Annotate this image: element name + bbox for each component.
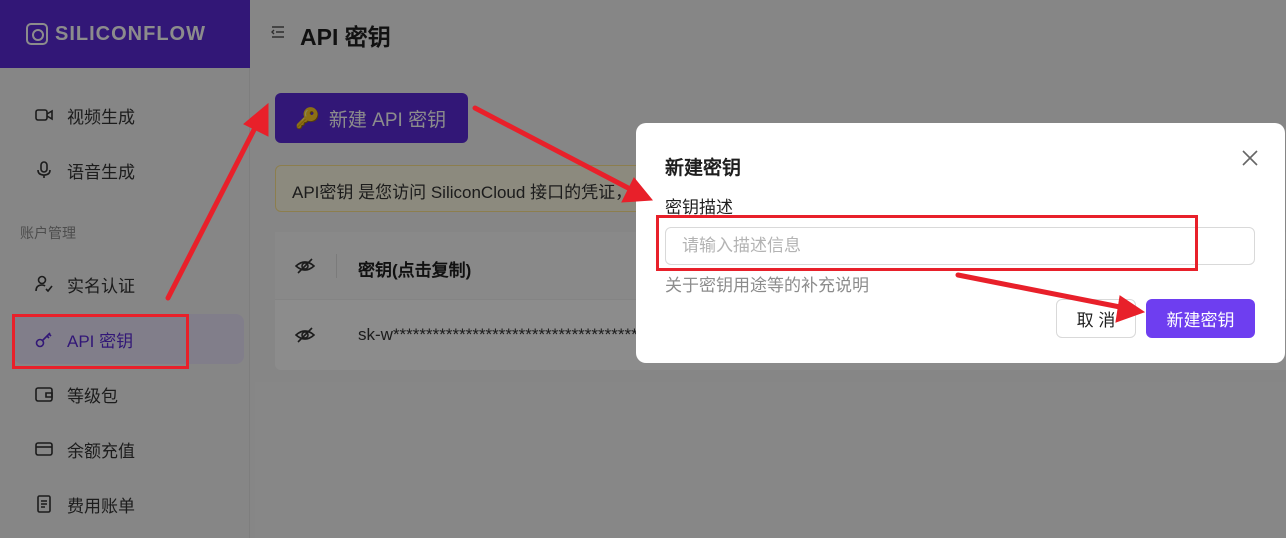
annotation-arrowhead: [621, 177, 654, 203]
annotation-arrow: [955, 272, 1123, 310]
annotation-arrowhead: [1115, 295, 1146, 323]
annotation-arrows: [165, 102, 1146, 323]
annotation-arrow: [472, 105, 635, 193]
annotation-arrow: [165, 119, 261, 301]
